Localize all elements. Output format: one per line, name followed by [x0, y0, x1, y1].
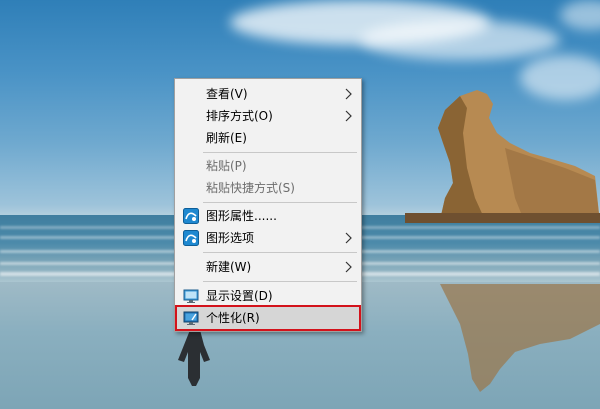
menu-item-paste-shortcut[interactable]: 粘贴快捷方式(S): [177, 177, 359, 199]
menu-item-new[interactable]: 新建(W): [177, 256, 359, 278]
cloud: [560, 0, 600, 30]
menu-item-label: 粘贴(P): [206, 159, 247, 173]
menu-item-label: 图形属性......: [206, 209, 277, 223]
context-menu: 查看(V) 排序方式(O) 刷新(E) 粘贴(P) 粘贴快捷方式(S) 图形属性…: [174, 78, 362, 332]
chevron-right-icon: [345, 261, 352, 273]
menu-item-refresh[interactable]: 刷新(E): [177, 127, 359, 149]
cloud: [360, 20, 560, 60]
menu-item-view[interactable]: 查看(V): [177, 83, 359, 105]
menu-item-sort-by[interactable]: 排序方式(O): [177, 105, 359, 127]
menu-item-paste[interactable]: 粘贴(P): [177, 155, 359, 177]
menu-item-graphics-properties[interactable]: 图形属性......: [177, 205, 359, 227]
rock-reflection: [440, 284, 600, 392]
menu-item-personalize[interactable]: 个性化(R): [175, 305, 361, 331]
intel-graphics-icon: [183, 230, 199, 246]
menu-item-label: 刷新(E): [206, 131, 247, 145]
menu-item-display-settings[interactable]: 显示设置(D): [177, 285, 359, 307]
menu-separator: [203, 281, 357, 282]
menu-separator: [203, 252, 357, 253]
menu-separator: [203, 152, 357, 153]
menu-item-label: 新建(W): [206, 260, 252, 274]
chevron-right-icon: [345, 88, 352, 100]
chevron-right-icon: [345, 110, 352, 122]
intel-graphics-icon: [183, 208, 199, 224]
menu-separator: [203, 202, 357, 203]
menu-item-label: 显示设置(D): [206, 289, 273, 303]
personalize-icon: [183, 311, 199, 325]
menu-item-graphics-options[interactable]: 图形选项: [177, 227, 359, 249]
display-settings-icon: [183, 289, 199, 303]
menu-item-label: 个性化(R): [206, 311, 260, 325]
rock-formation: [405, 90, 600, 223]
menu-item-label: 查看(V): [206, 87, 248, 101]
menu-item-label: 图形选项: [206, 231, 255, 245]
menu-item-label: 粘贴快捷方式(S): [206, 181, 295, 195]
menu-item-label: 排序方式(O): [206, 109, 273, 123]
chevron-right-icon: [345, 232, 352, 244]
